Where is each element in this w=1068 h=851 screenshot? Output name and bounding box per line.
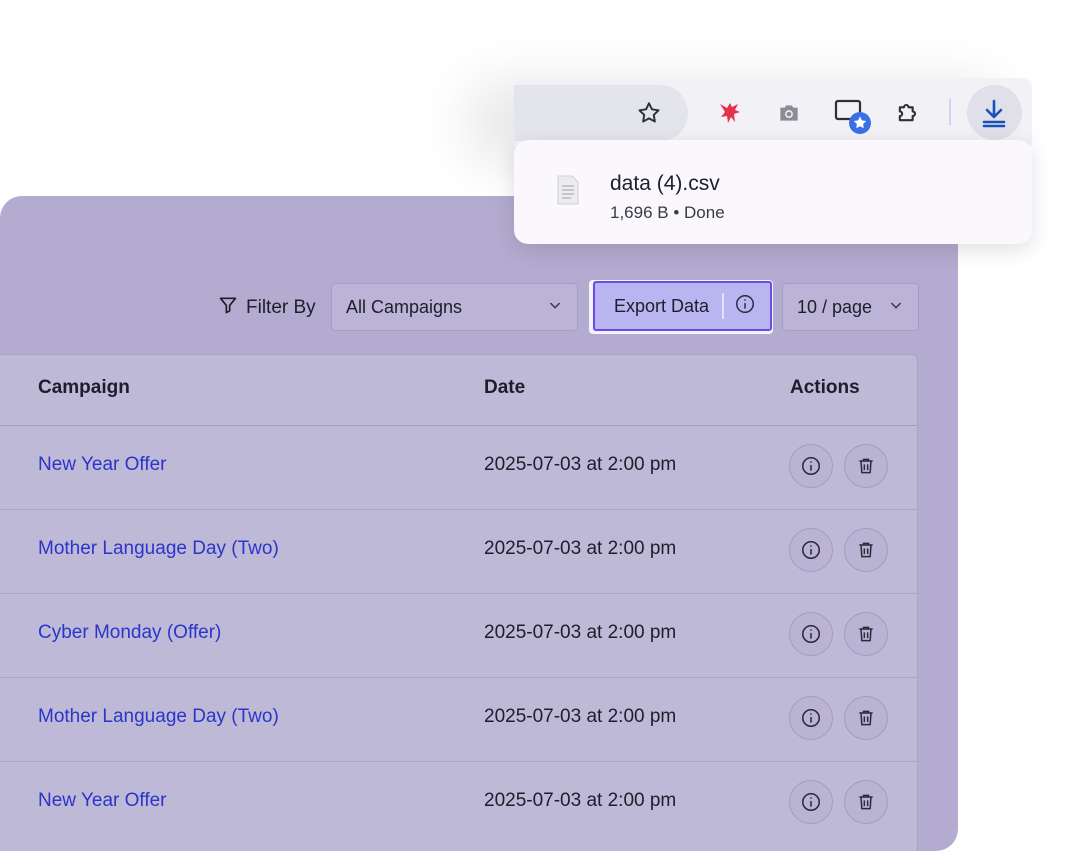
- table-row: New Year Offer 2025-07-03 at 2:00 pm: [0, 761, 917, 845]
- table-row: Mother Language Day (Two) 2025-07-03 at …: [0, 677, 917, 762]
- star-icon[interactable]: [634, 98, 664, 128]
- trash-icon: [859, 626, 873, 642]
- campaign-date: 2025-07-03 at 2:00 pm: [484, 790, 677, 811]
- filter-label: Filter By: [246, 297, 316, 318]
- campaign-date: 2025-07-03 at 2:00 pm: [484, 706, 677, 727]
- download-popup: data (4).csv 1,696 B • Done: [514, 140, 1032, 244]
- export-data-button[interactable]: Export Data: [593, 281, 772, 331]
- row-delete-button[interactable]: [844, 444, 888, 488]
- info-icon: [801, 540, 821, 560]
- trash-icon: [859, 794, 873, 810]
- campaign-link[interactable]: Cyber Monday (Offer): [38, 622, 221, 644]
- file-icon: [554, 172, 582, 208]
- table-header: Campaign Date Actions: [0, 355, 917, 426]
- camera-icon[interactable]: [774, 98, 804, 128]
- campaign-date: 2025-07-03 at 2:00 pm: [484, 454, 677, 475]
- campaign-select-value: All Campaigns: [346, 296, 463, 317]
- header-date: Date: [484, 377, 526, 398]
- campaign-date: 2025-07-03 at 2:00 pm: [484, 622, 677, 643]
- campaign-table: Campaign Date Actions New Year Offer 202…: [0, 354, 918, 851]
- page-size-select[interactable]: 10 / page: [782, 283, 919, 331]
- campaign-date: 2025-07-03 at 2:00 pm: [484, 538, 677, 559]
- info-icon: [801, 792, 821, 812]
- row-info-button[interactable]: [789, 612, 833, 656]
- info-icon: [801, 456, 821, 476]
- export-divider: [722, 293, 725, 319]
- table-row: Cyber Monday (Offer) 2025-07-03 at 2:00 …: [0, 593, 917, 678]
- trash-icon: [859, 458, 873, 474]
- chevron-down-icon: [547, 297, 563, 318]
- page-size-value: 10 / page: [797, 296, 873, 317]
- row-info-button[interactable]: [789, 528, 833, 572]
- cast-star-icon[interactable]: [832, 97, 874, 137]
- export-data-label: Export Data: [614, 295, 710, 316]
- row-info-button[interactable]: [789, 696, 833, 740]
- trash-icon: [859, 542, 873, 558]
- row-delete-button[interactable]: [844, 528, 888, 572]
- campaign-link[interactable]: Mother Language Day (Two): [38, 706, 279, 728]
- extension-bird-icon[interactable]: [712, 94, 748, 130]
- info-icon: [801, 624, 821, 644]
- download-icon[interactable]: [977, 95, 1011, 131]
- campaign-link[interactable]: Mother Language Day (Two): [38, 538, 279, 560]
- download-file-meta: 1,696 B • Done: [610, 203, 725, 222]
- toolbar-divider: [949, 99, 951, 125]
- filter-icon: [218, 295, 238, 321]
- campaign-link[interactable]: New Year Offer: [38, 790, 167, 812]
- row-info-button[interactable]: [789, 780, 833, 824]
- filter-by: Filter By: [218, 295, 316, 321]
- header-campaign: Campaign: [38, 377, 130, 398]
- info-icon: [801, 708, 821, 728]
- row-delete-button[interactable]: [844, 612, 888, 656]
- chevron-down-icon: [888, 297, 904, 318]
- info-icon[interactable]: [734, 293, 756, 320]
- campaign-select[interactable]: All Campaigns: [331, 283, 578, 331]
- download-file-name[interactable]: data (4).csv: [610, 172, 720, 196]
- trash-icon: [859, 710, 873, 726]
- campaign-link[interactable]: New Year Offer: [38, 454, 167, 476]
- row-delete-button[interactable]: [844, 696, 888, 740]
- row-delete-button[interactable]: [844, 780, 888, 824]
- puzzle-icon[interactable]: [892, 96, 924, 128]
- table-row: Mother Language Day (Two) 2025-07-03 at …: [0, 509, 917, 594]
- table-row: New Year Offer 2025-07-03 at 2:00 pm: [0, 425, 917, 510]
- header-actions: Actions: [790, 377, 860, 398]
- row-info-button[interactable]: [789, 444, 833, 488]
